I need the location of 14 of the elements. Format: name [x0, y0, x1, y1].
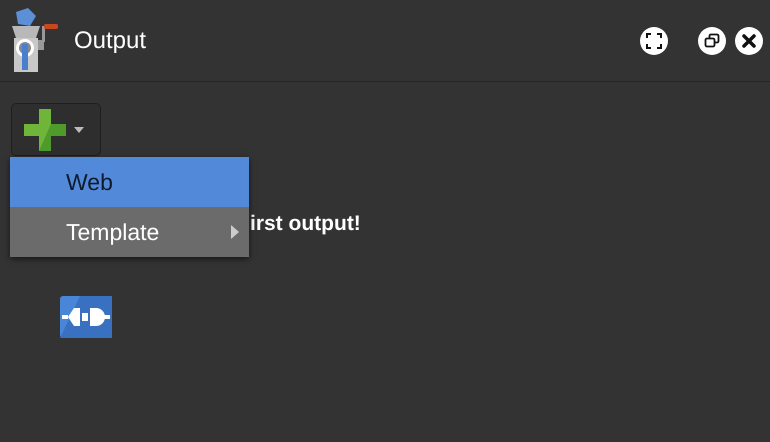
- restore-icon: [704, 32, 720, 48]
- fullscreen-button[interactable]: [640, 26, 668, 54]
- close-icon: [742, 34, 756, 48]
- menu-item[interactable]: Template: [10, 207, 249, 257]
- plug-icon: [60, 296, 112, 338]
- caret-icon: [74, 126, 84, 132]
- menu-item[interactable]: Web: [10, 157, 249, 207]
- plus-icon: [22, 106, 68, 152]
- restore-button[interactable]: [698, 26, 726, 54]
- window-title: Output: [74, 26, 146, 56]
- fullscreen-icon: [646, 32, 662, 48]
- empty-message: irst output!: [250, 213, 362, 234]
- add-button[interactable]: [11, 103, 101, 156]
- close-button[interactable]: [735, 26, 763, 54]
